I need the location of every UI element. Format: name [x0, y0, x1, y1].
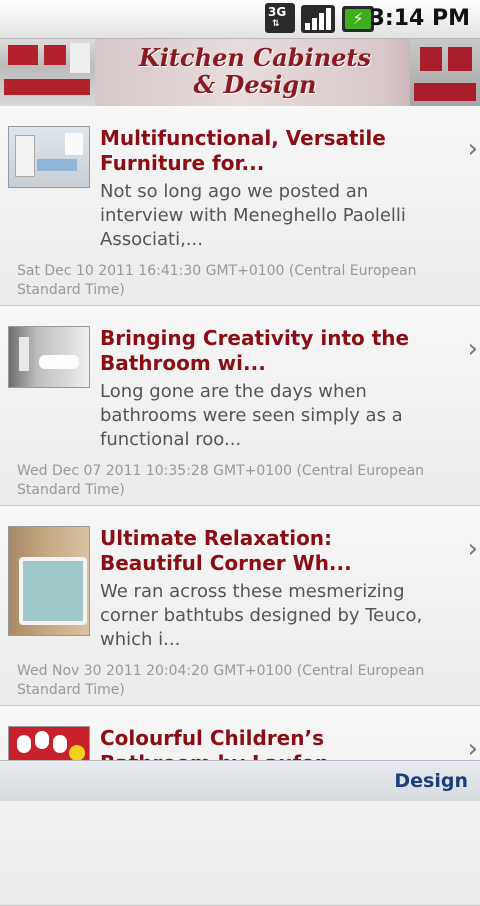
article-item[interactable]: Multifunctional, Versatile Furniture for… — [0, 106, 480, 306]
article-summary: We ran across these mesmerizing corner b… — [100, 581, 423, 650]
article-date: Sat Dec 10 2011 16:41:30 GMT+0100 (Centr… — [17, 263, 417, 298]
article-summary: Not so long ago we posted an interview w… — [100, 181, 406, 250]
article-item[interactable]: Colourful Children’s Bathroom by Laufen … — [0, 706, 480, 906]
status-time: 3:14 PM — [369, 6, 470, 31]
article-title: Bringing Creativity into the Bathroom wi… — [100, 326, 410, 375]
article-thumbnail — [8, 526, 90, 636]
article-thumbnail — [8, 326, 90, 388]
signal-icon — [301, 5, 335, 33]
header-banner: Kitchen Cabinets & Design — [0, 39, 480, 106]
article-summary: Long gone are the days when bathrooms we… — [100, 381, 403, 450]
network-3g-icon: 3G ⇅ — [265, 3, 295, 33]
banner-title-line1: Kitchen Cabinets — [138, 43, 372, 72]
article-title: Multifunctional, Versatile Furniture for… — [100, 126, 386, 175]
article-item[interactable]: Bringing Creativity into the Bathroom wi… — [0, 306, 480, 506]
banner-title: Kitchen Cabinets & Design — [120, 44, 390, 98]
status-bar: 3G ⇅ ⚡ 3:14 PM — [0, 0, 480, 39]
article-date: Wed Dec 07 2011 10:35:28 GMT+0100 (Centr… — [17, 463, 425, 498]
article-thumbnail — [8, 126, 90, 188]
design-tab-button[interactable]: Design — [394, 770, 468, 792]
kitchen-image-left — [0, 39, 95, 106]
chevron-right-icon: › — [467, 134, 478, 164]
banner-title-line2: & Design — [193, 70, 317, 99]
article-item[interactable]: Ultimate Relaxation: Beautiful Corner Wh… — [0, 506, 480, 706]
chevron-right-icon: › — [467, 334, 478, 364]
article-date: Wed Nov 30 2011 20:04:20 GMT+0100 (Centr… — [17, 663, 425, 698]
bottom-bar: Design — [0, 760, 480, 801]
kitchen-image-right — [410, 39, 480, 106]
chevron-right-icon: › — [467, 534, 478, 564]
article-title: Ultimate Relaxation: Beautiful Corner Wh… — [100, 526, 352, 575]
network-label: 3G — [268, 5, 287, 19]
